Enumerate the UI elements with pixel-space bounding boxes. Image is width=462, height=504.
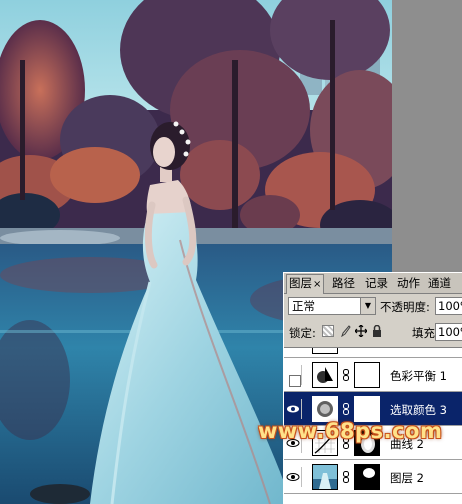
blend-row: 正常 ▼ 不透明度: 100% <box>284 297 462 317</box>
tab-channels-label: 通道 <box>428 276 451 290</box>
brush-icon[interactable] <box>339 325 351 338</box>
layer-mask-thumbnail <box>354 362 380 388</box>
visibility-toggle[interactable] <box>286 399 302 419</box>
eye-icon <box>287 405 299 413</box>
layer-name: 色彩平衡 1 <box>390 369 447 383</box>
visibility-toggle[interactable] <box>286 365 302 387</box>
close-icon[interactable]: × <box>313 279 321 290</box>
layers-panel: 图层× 路径 记录 动作 通道 正常 ▼ 不透明度: 100% 锁定: <box>283 272 462 504</box>
blend-mode-select[interactable]: 正常 ▼ <box>288 297 376 315</box>
tab-layers-label: 图层 <box>289 276 312 290</box>
tab-actions[interactable]: 动作 <box>395 275 422 291</box>
layer-row-color-balance[interactable]: 色彩平衡 1 <box>284 358 462 392</box>
tab-layers[interactable]: 图层× <box>286 274 325 294</box>
adjustment-thumbnail <box>312 362 338 388</box>
lock-label: 锁定: <box>289 326 316 340</box>
move-icon[interactable] <box>354 324 368 338</box>
tab-paths-label: 路径 <box>332 276 355 290</box>
layer-thumbnail <box>312 348 338 354</box>
layer-name: 选取颜色 3 <box>390 403 447 417</box>
layer-image-thumbnail <box>312 464 338 490</box>
layer-name: 图层 2 <box>390 471 424 485</box>
visibility-toggle[interactable] <box>286 467 302 487</box>
layer-row-partial[interactable] <box>284 348 462 358</box>
blend-mode-value: 正常 <box>292 299 315 313</box>
chevron-down-icon[interactable]: ▼ <box>360 298 375 314</box>
watermark: www.68ps.com <box>258 419 443 443</box>
layer-row-layer-2[interactable]: 图层 2 <box>284 460 462 494</box>
layer-mask-thumbnail <box>354 464 380 490</box>
eye-icon <box>286 473 300 481</box>
link-icon <box>343 403 349 415</box>
tab-history[interactable]: 记录 <box>363 275 390 291</box>
link-icon <box>343 471 349 483</box>
lock-transparency-icon[interactable] <box>322 325 334 337</box>
opacity-label: 不透明度: <box>380 300 430 314</box>
tab-paths[interactable]: 路径 <box>330 275 357 291</box>
hidden-eye-box-icon <box>289 375 301 387</box>
opacity-input[interactable]: 100% <box>435 297 462 315</box>
lock-icon[interactable] <box>371 324 383 337</box>
canvas-background <box>392 0 462 270</box>
lock-row: 锁定: 填充: 100% <box>284 322 462 342</box>
tab-channels[interactable]: 通道 <box>426 275 453 291</box>
link-icon <box>343 369 349 381</box>
panel-tabs: 图层× 路径 记录 动作 通道 <box>284 273 462 294</box>
tab-history-label: 记录 <box>365 276 388 290</box>
fill-input[interactable]: 100% <box>435 323 462 341</box>
tab-actions-label: 动作 <box>397 276 420 290</box>
